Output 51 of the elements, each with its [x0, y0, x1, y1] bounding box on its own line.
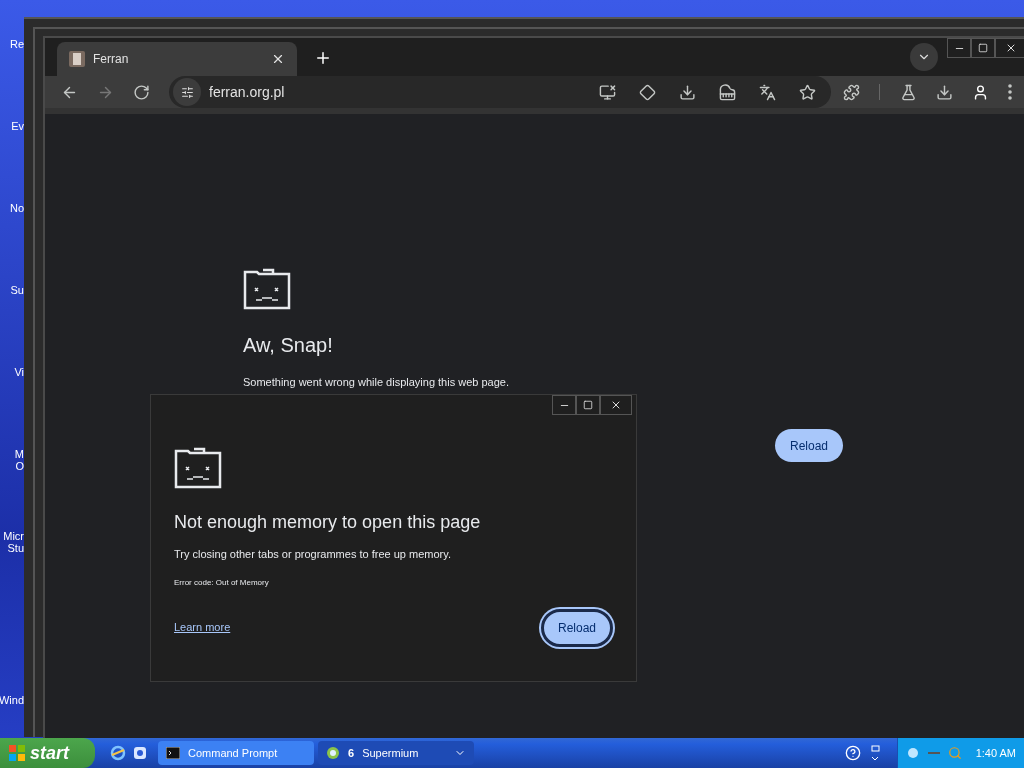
desktop-icon-label[interactable]: No	[9, 202, 24, 214]
help-icon[interactable]	[845, 745, 861, 761]
start-button[interactable]: start	[0, 738, 95, 768]
learn-more-link[interactable]: Learn more	[174, 619, 231, 636]
sad-folder-icon	[243, 268, 291, 310]
desktop-icon-label[interactable]: Su	[10, 284, 24, 296]
menu-icon	[1008, 84, 1012, 100]
browser-tab[interactable]: Ferran	[57, 42, 297, 76]
desktop-icon-label[interactable]: Ev	[11, 120, 24, 132]
desktop-icon-label[interactable]: M O	[14, 448, 24, 472]
close-icon	[610, 399, 622, 411]
maximize-icon	[978, 43, 988, 53]
site-settings-icon[interactable]	[173, 78, 201, 106]
taskbar-task[interactable]: 6 Supermium	[318, 741, 474, 765]
taskbar-task[interactable]: Command Prompt	[158, 741, 314, 765]
close-icon	[271, 52, 285, 66]
tab-search-button[interactable]	[910, 43, 938, 71]
maximize-icon	[583, 400, 593, 410]
error-message: Something went wrong while displaying this web page.	[243, 375, 509, 390]
maximize-button[interactable]	[971, 38, 995, 58]
app-quicklaunch-icon[interactable]	[132, 745, 148, 761]
close-button[interactable]	[995, 38, 1024, 58]
dialog-title: Not enough memory to open this page	[174, 511, 482, 534]
error-title: Aw, Snap!	[243, 333, 333, 358]
dialog-reload-button[interactable]: Reload	[541, 608, 613, 647]
desktop-icon-label[interactable]: Re	[9, 38, 24, 50]
desktop-icon-label[interactable]: Vi	[14, 366, 24, 378]
tab-title: Ferran	[93, 51, 130, 68]
close-tab-button[interactable]	[271, 52, 285, 66]
desktop-icon-label[interactable]: Micr Stu	[3, 530, 24, 554]
menu-button[interactable]	[1008, 84, 1012, 100]
task-label: Command Prompt	[188, 745, 279, 761]
console-icon	[166, 747, 180, 759]
reload-icon	[132, 83, 150, 101]
favicon	[69, 51, 85, 67]
sad-folder-icon	[174, 447, 222, 489]
browser-app-icon	[326, 746, 340, 760]
maximize-button[interactable]	[576, 395, 600, 415]
browser-quicklaunch-icon[interactable]	[110, 745, 126, 761]
restore-icon[interactable]	[869, 745, 881, 761]
close-icon	[1005, 42, 1017, 54]
dialog-message: Try closing other tabs or programmes to free up memory.	[174, 547, 452, 562]
window-count: 6	[348, 745, 355, 761]
error-code: Error code: Out of Memory	[174, 576, 270, 589]
reload-page-button[interactable]: Reload	[775, 429, 843, 462]
address-bar[interactable]: ferran.org.pl	[169, 76, 831, 108]
clock: 1:40 AM	[975, 745, 1016, 761]
task-label: Supermium	[362, 745, 420, 761]
plus-icon	[314, 49, 332, 67]
url-text: ferran.org.pl	[209, 82, 286, 102]
windows-flag-icon	[8, 744, 26, 762]
